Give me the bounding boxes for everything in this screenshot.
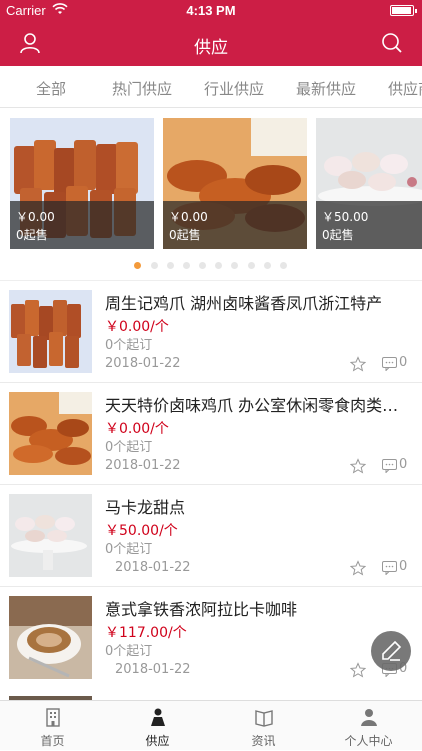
tabbar-item-news[interactable]: 资讯 [211, 701, 316, 751]
pagination-dot[interactable] [248, 262, 255, 269]
product-thumbnail [9, 392, 92, 475]
pagination-dot[interactable] [215, 262, 222, 269]
battery-icon [390, 5, 417, 16]
product-price: ￥50.00/个 [105, 523, 178, 539]
pagination-dot[interactable] [280, 262, 287, 269]
comment-count: 0 [399, 457, 408, 472]
pagination-dot[interactable] [151, 262, 158, 269]
profile-icon [361, 709, 377, 726]
clock: 4:13 PM [186, 3, 236, 18]
tabbar-label: 首页 [40, 734, 65, 748]
edit-pen-icon [382, 640, 402, 661]
home-building-icon [46, 708, 60, 727]
product-thumbnail [9, 596, 92, 679]
product-price: ￥117.00/个 [105, 625, 187, 641]
product-name: 马卡龙甜点 [105, 498, 186, 517]
carousel-card-info: ￥0.00 0起售 [10, 201, 154, 249]
carousel-price: ￥0.00 [169, 210, 208, 224]
supply-person-icon [151, 708, 165, 726]
pagination-dot[interactable] [167, 262, 174, 269]
featured-carousel[interactable]: ￥0.00 0起售 ￥0.00 0起售 ￥50.00 0起售 [0, 118, 422, 250]
favorite-star-icon[interactable] [350, 356, 366, 372]
comment-count: 0 [399, 355, 408, 370]
comment-icon[interactable] [382, 357, 397, 371]
nav-bar: 供应 [0, 22, 422, 66]
page-title: 供应 [194, 38, 228, 58]
product-name: 意式拿铁香浓阿拉比卡咖啡 [105, 600, 298, 619]
product-price: ￥0.00/个 [105, 421, 169, 437]
min-order: 0个起订 [105, 338, 153, 353]
publish-button[interactable] [371, 631, 411, 671]
min-order: 0个起订 [105, 644, 153, 659]
min-order: 0个起订 [105, 542, 153, 557]
pagination-dot[interactable] [134, 262, 141, 269]
tabbar-item-home[interactable]: 首页 [0, 701, 105, 751]
carousel-card-info: ￥0.00 0起售 [163, 201, 307, 249]
pagination-dot[interactable] [264, 262, 271, 269]
tabbar-label: 供应 [145, 734, 170, 748]
tabbar-item-profile[interactable]: 个人中心 [316, 701, 421, 751]
carousel-price: ￥0.00 [16, 210, 55, 224]
carousel-card-info: ￥50.00 0起售 [316, 201, 422, 249]
carousel-card[interactable]: ￥0.00 0起售 [10, 118, 154, 249]
list-item[interactable]: 马卡龙甜点 ￥50.00/个 0个起订 2018-01-22 0 [0, 485, 422, 587]
tabbar-label: 资讯 [251, 734, 276, 748]
post-date: 2018-01-22 [105, 356, 181, 371]
favorite-star-icon[interactable] [350, 662, 366, 678]
post-date: 2018-01-22 [115, 560, 191, 575]
tab-hot-supply[interactable]: 热门供应 [112, 78, 172, 99]
bottom-tab-bar: 首页 供应 资讯 个人中心 [0, 700, 422, 750]
status-bar: Carrier 4:13 PM [0, 0, 422, 22]
product-price: ￥0.00/个 [105, 319, 169, 335]
pagination-dot[interactable] [231, 262, 238, 269]
comment-icon[interactable] [382, 459, 397, 473]
comment-count: 0 [399, 559, 408, 574]
product-thumbnail [9, 290, 92, 373]
tab-suppliers[interactable]: 供应商 [388, 78, 422, 99]
carousel-card[interactable]: ￥0.00 0起售 [163, 118, 307, 249]
carousel-min-order: 0起售 [322, 228, 354, 242]
pagination-dot[interactable] [199, 262, 206, 269]
tabbar-label: 个人中心 [344, 734, 393, 748]
post-date: 2018-01-22 [105, 458, 181, 473]
carousel-min-order: 0起售 [16, 228, 48, 242]
favorite-star-icon[interactable] [350, 458, 366, 474]
carousel-price: ￥50.00 [322, 210, 369, 224]
tabbar-item-supply[interactable]: 供应 [105, 701, 210, 751]
carousel-card[interactable]: ￥50.00 0起售 [316, 118, 422, 249]
product-thumbnail [9, 494, 92, 577]
list-item[interactable]: 天天特价卤味鸡爪 办公室休闲零食肉类小吃 ￥0.00/个 0个起订 2018-0… [0, 383, 422, 485]
product-name: 周生记鸡爪 湖州卤味酱香凤爪浙江特产 [105, 294, 383, 313]
list-item[interactable]: 意式拿铁香浓阿拉比卡咖啡 ￥117.00/个 0个起订 2018-01-22 0 [0, 587, 422, 689]
min-order: 0个起订 [105, 440, 153, 455]
comment-icon[interactable] [382, 561, 397, 575]
tab-latest-supply[interactable]: 最新供应 [296, 78, 356, 99]
post-date: 2018-01-22 [115, 662, 191, 677]
product-name: 天天特价卤味鸡爪 办公室休闲零食肉类小吃 [105, 396, 410, 415]
favorite-star-icon[interactable] [350, 560, 366, 576]
carousel-min-order: 0起售 [169, 228, 201, 242]
news-book-icon [255, 710, 273, 727]
pagination-dot[interactable] [183, 262, 190, 269]
category-tabs: 全部 热门供应 行业供应 最新供应 供应商 [0, 66, 422, 108]
carousel-pagination [0, 262, 422, 270]
list-item[interactable]: 周生记鸡爪 湖州卤味酱香凤爪浙江特产 ￥0.00/个 0个起订 2018-01-… [0, 281, 422, 383]
tab-industry-supply[interactable]: 行业供应 [204, 78, 264, 99]
search-icon[interactable] [380, 31, 404, 55]
tab-all[interactable]: 全部 [36, 78, 66, 99]
